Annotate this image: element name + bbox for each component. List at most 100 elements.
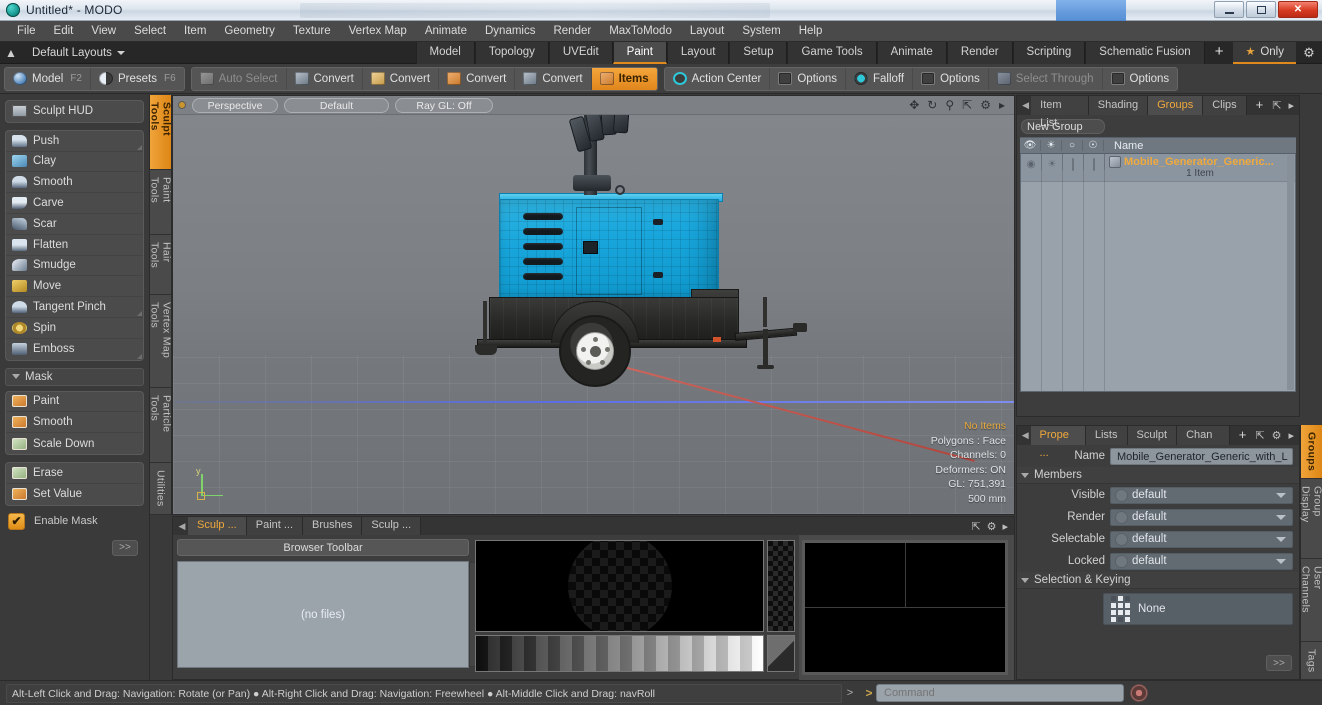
close-button[interactable]: ✕ [1278,1,1318,18]
layout-tab-layout[interactable]: Layout [666,41,730,64]
menu-animate[interactable]: Animate [416,21,476,42]
vtab-paint-tools[interactable]: Paint Tools [149,170,173,235]
properties-expand-icon[interactable]: ⇱ [1255,429,1264,442]
row-render-toggle[interactable]: ☀ [1042,154,1063,170]
tab-item-list[interactable]: Item List [1031,96,1089,129]
layout-tab-uvedit[interactable]: UVEdit [548,41,613,64]
thumbnail-quad-grid[interactable] [805,543,1005,672]
layout-tab-game-tools[interactable]: Game Tools [787,41,877,64]
vtab-sculpt-tools[interactable]: Sculpt Tools [149,95,173,171]
groups-expand-icon[interactable]: ⇱ [1272,99,1281,112]
default-layouts-dropdown[interactable]: Default Layouts [22,43,135,63]
tool-tangent-pinch[interactable]: Tangent Pinch [6,297,143,318]
tool-smooth[interactable]: Smooth [6,172,143,194]
menu-edit[interactable]: Edit [45,21,83,42]
pan-icon[interactable]: ✥ [909,98,919,112]
vtab-hair-tools[interactable]: Hair Tools [149,234,173,296]
enable-mask-checkbox[interactable]: ✔ [8,512,25,530]
browser-chevron-right-icon[interactable]: ▸ [1002,520,1008,533]
status-expand-button[interactable]: > [842,687,858,699]
auto-select-button[interactable]: Auto Select [192,67,287,90]
mask-tool-paint[interactable]: Paint [6,392,143,413]
tool-push[interactable]: Push [6,131,143,152]
thumbnail-cell[interactable] [805,543,905,607]
mask-tool-smooth[interactable]: Smooth [6,412,143,434]
tool-scar[interactable]: Scar [6,214,143,235]
vtab-groups[interactable]: Groups [1301,425,1322,480]
vtab-group-display[interactable]: Group Display [1300,479,1322,560]
browser-gear-icon[interactable]: ⚙ [987,520,997,533]
mode-button-model[interactable]: Model F2 [5,67,91,90]
menu-item[interactable]: Item [175,21,215,42]
layout-tab-render[interactable]: Render [946,41,1013,64]
zoom-icon[interactable]: ⚲ [945,98,954,112]
items-mode-button[interactable]: Items [591,67,657,90]
vtab-vertex-map-tools[interactable]: Vertex Map Tools [149,295,173,388]
menu-render[interactable]: Render [544,21,600,42]
tab-lists[interactable]: Lists [1085,426,1128,445]
eye-icon[interactable]: 👁 [1020,140,1041,151]
brush-preview-canvas[interactable] [475,540,764,632]
viewport-raygl-toggle[interactable]: Ray GL: Off [395,97,493,113]
browser-tabs-scroll-icon[interactable]: ◀ [176,521,188,532]
enable-mask-row[interactable]: ✔ Enable Mask [5,512,144,530]
tool-move[interactable]: Move [6,276,143,298]
properties-tabs-scroll-icon[interactable]: ◀ [1020,430,1031,441]
row-lock-toggle[interactable] [1084,154,1105,171]
menu-layout[interactable]: Layout [681,21,734,42]
mask-tool-scale-down[interactable]: Scale Down [6,433,143,454]
chevron-right-icon[interactable]: ▸ [999,98,1005,112]
visible-select[interactable]: default [1110,486,1293,504]
browser-expand-icon[interactable]: ⇱ [971,520,980,533]
menu-texture[interactable]: Texture [284,21,340,42]
render-select[interactable]: default [1110,508,1293,526]
locked-select[interactable]: default [1110,552,1293,570]
menu-help[interactable]: Help [790,21,832,42]
add-panel-tab-button[interactable]: + [1246,96,1273,115]
browser-tab-sculpt-2[interactable]: Sculp ... [362,517,422,535]
sculpt-hud-button[interactable]: Sculpt HUD [6,101,143,122]
add-properties-tab-button[interactable]: + [1229,426,1256,445]
menu-vertex-map[interactable]: Vertex Map [340,21,416,42]
layout-tab-paint[interactable]: Paint [612,41,667,64]
vtab-user-channels[interactable]: User Channels [1300,559,1322,642]
viewport-menu-dot[interactable] [178,101,186,109]
members-section-header[interactable]: Members [1017,467,1299,484]
browser-tab-paint[interactable]: Paint ... [246,517,304,535]
groups-tabs-scroll-icon[interactable]: ◀ [1020,100,1031,111]
thumbnail-cell[interactable] [905,543,1005,607]
only-toggle-button[interactable]: ★ Only [1233,41,1296,64]
selection-keying-section-header[interactable]: Selection & Keying [1017,572,1299,589]
3d-viewport[interactable]: y Perspective Default Ray GL: Off ✥ ↻ ⚲ … [172,95,1015,515]
tool-clay[interactable]: Clay [6,152,143,173]
layout-tab-setup[interactable]: Setup [729,41,788,64]
convert-vertex-button[interactable]: Convert [287,67,363,90]
new-group-button[interactable]: New Group [1021,119,1105,134]
lock-icon[interactable]: ☉ [1083,140,1104,151]
browser-tab-sculpt[interactable]: Sculp ... [188,517,247,535]
left-panel-more-button[interactable]: >> [112,539,138,556]
groups-list-scrollbar[interactable] [1287,155,1294,390]
viewport-shading-mode[interactable]: Default [284,97,389,113]
brush-gradient-ramp[interactable] [475,635,764,672]
tab-groups[interactable]: Groups [1148,96,1204,115]
tool-carve[interactable]: Carve [6,193,143,214]
thumbnail-cell-wide[interactable] [805,608,1005,672]
vtab-particle-tools[interactable]: Particle Tools [149,387,173,464]
groups-list[interactable]: ◉ ☀ Mobile_Generator_Generic... 1 Item [1020,154,1296,392]
menu-dynamics[interactable]: Dynamics [476,21,544,42]
falloff-options-button[interactable]: Options [913,67,989,90]
properties-more-button[interactable]: >> [1266,655,1292,671]
groups-chevron-right-icon[interactable]: ▸ [1288,99,1294,112]
browser-tab-brushes[interactable]: Brushes [303,517,363,535]
maximize-button[interactable] [1246,1,1276,18]
brush-ramp-swatch[interactable] [767,635,795,672]
tool-flatten[interactable]: Flatten [6,235,143,256]
tab-sculpt[interactable]: Sculpt [1127,426,1178,445]
tab-channels[interactable]: Chan ... [1177,426,1230,459]
tool-emboss[interactable]: Emboss [6,339,143,360]
properties-gear-icon[interactable]: ⚙ [1272,429,1282,442]
mask-section-header[interactable]: Mask [5,367,144,386]
convert-edge-button[interactable]: Convert [363,67,440,90]
select-through-button[interactable]: Select Through [989,67,1103,90]
